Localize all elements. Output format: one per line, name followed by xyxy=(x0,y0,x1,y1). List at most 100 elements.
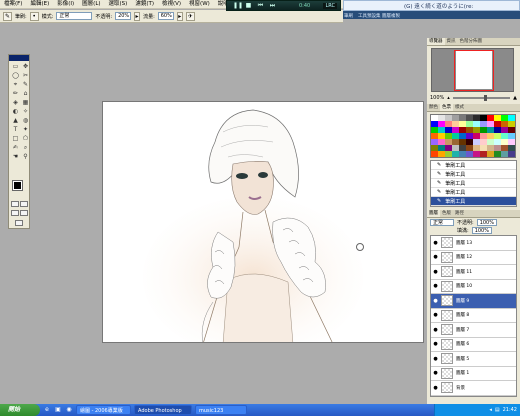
layer-row[interactable]: ● 圖層 5 xyxy=(431,352,516,367)
eye-icon[interactable]: ● xyxy=(433,341,438,347)
tool-icon[interactable]: ⌂ xyxy=(21,90,30,98)
tab-color[interactable]: 顏色 xyxy=(427,104,440,111)
menu-filter[interactable]: 濾鏡(T) xyxy=(131,0,158,9)
tab-tool-presets[interactable]: 工具預設集 xyxy=(358,13,381,19)
opacity-field[interactable]: 20% xyxy=(115,12,132,20)
color-swatch[interactable] xyxy=(487,151,494,157)
history-item[interactable]: ✎ 筆刷工具 xyxy=(431,161,516,170)
navigator-preview[interactable] xyxy=(431,48,514,92)
history-item[interactable]: ✎ 筆刷工具 xyxy=(431,179,516,188)
menu-window[interactable]: 視窗(W) xyxy=(185,0,214,9)
eye-icon[interactable]: ● xyxy=(433,385,438,391)
layer-row[interactable]: ● 圖層 8 xyxy=(431,309,516,323)
jump-to-imageready-button[interactable] xyxy=(15,220,23,226)
layer-row[interactable]: ● 圖層 10 xyxy=(431,280,516,294)
previous-icon[interactable]: ⏮ xyxy=(257,2,264,9)
tab-styles[interactable]: 樣式 xyxy=(453,104,466,111)
quick-mask-button[interactable] xyxy=(20,201,28,207)
zoom-out-icon[interactable]: ▴ xyxy=(447,95,450,101)
tool-icon[interactable]: ◐ xyxy=(11,108,20,116)
color-swatch[interactable] xyxy=(431,151,438,157)
tool-icon[interactable]: ▦ xyxy=(21,99,30,107)
tab-layers[interactable]: 圖層 xyxy=(427,210,440,217)
layer-row[interactable]: ● 圖層 9 xyxy=(431,294,516,309)
menu-view[interactable]: 檢視(V) xyxy=(158,0,185,9)
tool-icon[interactable]: ⬠ xyxy=(21,135,30,143)
zoom-in-icon[interactable]: ▲ xyxy=(513,95,517,101)
navigator-view-box[interactable] xyxy=(454,50,494,91)
desktop-icon[interactable]: ▣ xyxy=(54,406,62,414)
task-button-photoshop[interactable]: Adobe Photoshop xyxy=(134,405,192,415)
tool-icon[interactable]: ◍ xyxy=(21,117,30,125)
standard-mode-button[interactable] xyxy=(11,201,19,207)
layer-fill-field[interactable]: 100% xyxy=(471,227,492,234)
tab-channels[interactable]: 色版 xyxy=(440,210,453,217)
pause-icon[interactable]: ❚❚ xyxy=(233,2,243,9)
airbrush-icon[interactable]: ✈ xyxy=(185,11,195,21)
color-swatch[interactable] xyxy=(501,151,508,157)
menu-image[interactable]: 影像(I) xyxy=(53,0,78,9)
color-swatch[interactable] xyxy=(452,151,459,157)
tool-icon[interactable]: ☚ xyxy=(11,153,20,161)
color-swatch[interactable] xyxy=(466,151,473,157)
stop-icon[interactable]: ■ xyxy=(245,2,252,9)
tab-paths[interactable]: 路徑 xyxy=(453,210,466,217)
eye-icon[interactable]: ● xyxy=(433,254,438,260)
eye-icon[interactable]: ● xyxy=(433,240,438,246)
opacity-dropdown-icon[interactable]: ▸ xyxy=(134,11,141,21)
tool-icon[interactable]: ▭ xyxy=(11,63,20,71)
eye-icon[interactable]: ● xyxy=(433,370,438,376)
tool-icon[interactable]: ⌖ xyxy=(11,81,20,89)
menu-select[interactable]: 選取(S) xyxy=(105,0,132,9)
zoom-slider[interactable] xyxy=(452,95,511,101)
tab-brushes[interactable]: 筆刷 xyxy=(344,13,353,19)
flow-field[interactable]: 60% xyxy=(157,12,174,20)
layer-row[interactable]: ● 圖層 11 xyxy=(431,265,516,280)
foreground-color-swatch[interactable] xyxy=(12,180,23,191)
mode-select[interactable]: 正常 xyxy=(56,12,93,20)
tab-navigator[interactable]: 導覽器 xyxy=(427,38,445,45)
history-item[interactable]: ✎ 筆刷工具 xyxy=(431,197,516,206)
task-button-paint[interactable]: 繪圖 - 2006專業版 xyxy=(76,405,131,415)
tool-icon[interactable]: ✧ xyxy=(21,108,30,116)
tool-icon[interactable]: ✏ xyxy=(11,90,20,98)
tab-histogram[interactable]: 色階分佈圖 xyxy=(458,38,485,45)
next-icon[interactable]: ⏭ xyxy=(269,2,276,9)
screen-mode-button[interactable] xyxy=(11,210,19,216)
tool-icon[interactable]: ◈ xyxy=(11,99,20,107)
tool-icon[interactable]: ⌕ xyxy=(21,144,30,152)
network-icon[interactable]: ▤ xyxy=(495,407,500,413)
tool-icon[interactable]: ✦ xyxy=(21,126,30,134)
menu-layer[interactable]: 圖層(L) xyxy=(78,0,104,9)
volume-icon[interactable]: ◂ xyxy=(489,407,492,413)
color-swatch[interactable] xyxy=(438,151,445,157)
blend-mode-select[interactable]: 正常 xyxy=(430,219,454,226)
tool-icon[interactable]: ✎ xyxy=(21,81,30,89)
lyrics-mode-badge[interactable]: LRC xyxy=(323,2,337,9)
media-icon[interactable]: ◉ xyxy=(65,406,73,414)
ie-icon[interactable]: e xyxy=(43,406,51,414)
tool-icon[interactable]: ▲ xyxy=(11,117,20,125)
color-swatch[interactable] xyxy=(494,151,501,157)
layer-opacity-field[interactable]: 100% xyxy=(476,219,497,226)
tool-icon[interactable]: ✥ xyxy=(21,63,30,71)
color-swatch[interactable] xyxy=(473,151,480,157)
history-item[interactable]: ✎ 筆刷工具 xyxy=(431,188,516,197)
tab-layer-comps[interactable]: 圖層複製 xyxy=(382,13,400,19)
tool-icon[interactable]: □ xyxy=(11,135,20,143)
eye-icon[interactable]: ● xyxy=(433,283,438,289)
layer-row[interactable]: ● 圖層 1 xyxy=(431,367,516,381)
eye-icon[interactable]: ● xyxy=(433,312,438,318)
layer-row[interactable]: ● 圖層 6 xyxy=(431,338,516,352)
task-button-music[interactable]: music123 xyxy=(195,405,247,415)
layer-row[interactable]: ● 圖層 13 xyxy=(431,236,516,251)
brush-tool-icon[interactable]: ✎ xyxy=(3,11,12,21)
tool-icon[interactable]: ⚲ xyxy=(21,153,30,161)
brush-preset-picker[interactable]: • xyxy=(29,11,39,21)
tool-icon[interactable]: T xyxy=(11,126,20,134)
tool-icon[interactable]: ✂ xyxy=(21,72,30,80)
eye-icon[interactable]: ● xyxy=(433,356,438,362)
fullscreen-mode-button[interactable] xyxy=(20,210,28,216)
zoom-slider-knob[interactable] xyxy=(484,95,488,101)
tab-info[interactable]: 資訊 xyxy=(445,38,458,45)
